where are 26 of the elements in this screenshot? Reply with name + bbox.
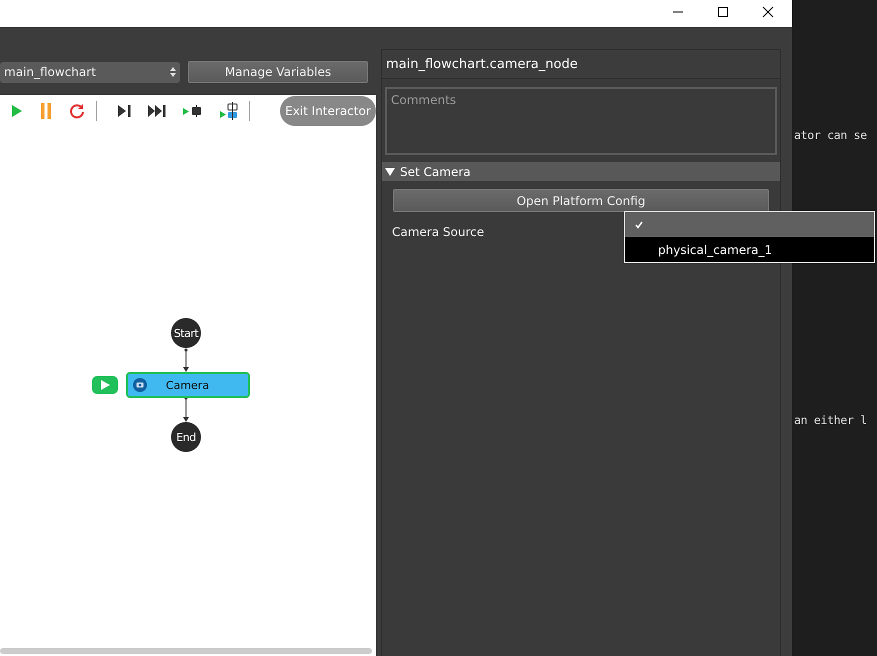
camera-icon — [133, 378, 147, 392]
step-into-icon[interactable] — [220, 102, 238, 120]
camera-node[interactable]: Camera — [126, 372, 250, 398]
maximize-icon[interactable] — [717, 6, 729, 18]
dropdown-option[interactable]: physical_camera_1 — [625, 237, 874, 262]
step-icon[interactable] — [116, 105, 131, 117]
close-icon[interactable] — [762, 6, 774, 18]
manage-variables-button[interactable]: Manage Variables — [188, 61, 368, 83]
open-config-button[interactable]: Open Platform Config — [393, 189, 769, 212]
fast-forward-icon[interactable] — [148, 105, 166, 117]
step-over-icon[interactable] — [182, 105, 203, 117]
code-line: ator can se — [794, 128, 867, 142]
terminal-node[interactable]: Start — [171, 318, 201, 348]
restart-icon[interactable] — [69, 103, 85, 119]
play-icon[interactable] — [11, 104, 23, 118]
flowchart-dropdown[interactable]: main_flowchart — [0, 62, 180, 82]
expand-arrow-icon — [385, 166, 395, 176]
comments-field[interactable]: Comments — [385, 87, 777, 155]
scrollbar[interactable] — [0, 648, 372, 654]
code-line: an either l — [794, 413, 867, 427]
camera-source-label: Camera Source — [392, 225, 486, 239]
spinner-icon — [170, 67, 176, 77]
section-header[interactable]: Set Camera — [382, 162, 780, 181]
exit-interactor-button[interactable]: Exit Interactor — [280, 96, 376, 126]
terminal-node[interactable]: End — [171, 422, 201, 452]
checkmark-icon — [635, 220, 643, 228]
